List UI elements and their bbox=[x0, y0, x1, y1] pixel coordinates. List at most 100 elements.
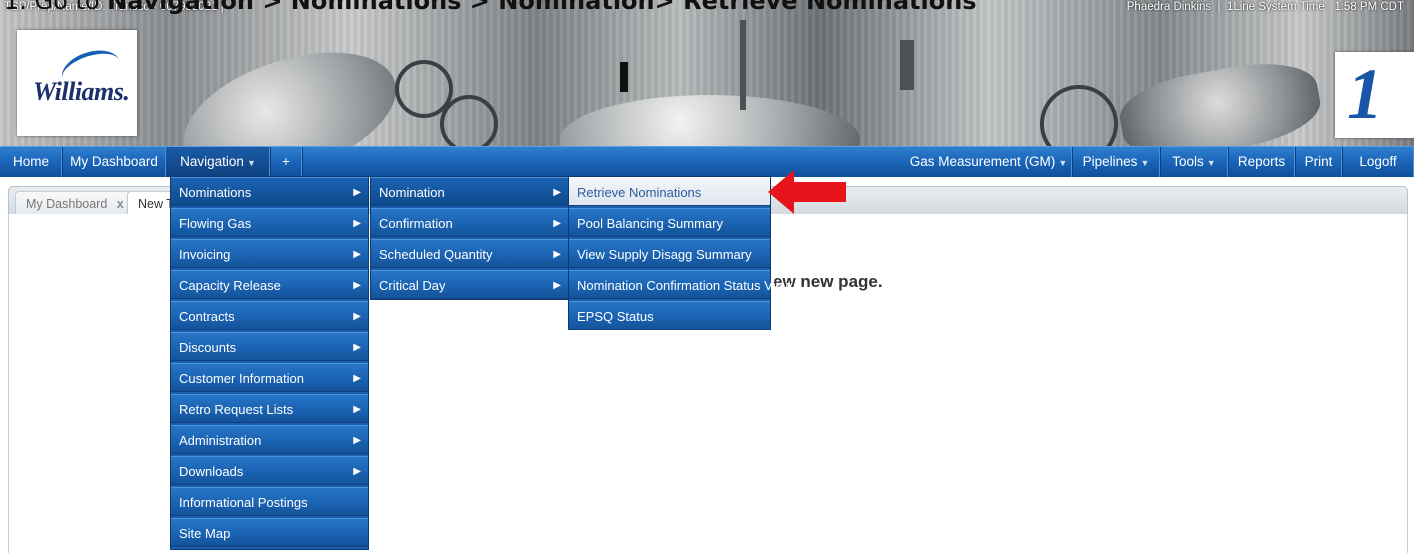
chevron-right-icon: ▶ bbox=[353, 466, 361, 477]
tab-my-dashboard-label: My Dashboard bbox=[26, 197, 108, 211]
nav-print-label: Print bbox=[1304, 154, 1333, 169]
navigation-dropdown-menu: Nominations ▶ Flowing Gas ▶ Invoicing ▶ Capaci… bbox=[170, 176, 369, 550]
nominations-menu-item[interactable]: Critical Day ▶ bbox=[371, 270, 568, 299]
nav-reports-label: Reports bbox=[1237, 154, 1286, 169]
nav-tools[interactable]: Tools ▼ bbox=[1160, 147, 1229, 177]
chevron-right-icon: ▶ bbox=[353, 404, 361, 415]
nav-menu-item[interactable]: Informational Postings bbox=[171, 487, 368, 516]
system-time-value: 1:58 PM CDT bbox=[1334, 1, 1404, 13]
1line-logo[interactable]: 1 1LINE bbox=[1335, 52, 1414, 138]
nominations-submenu: Nomination ▶ Confirmation ▶ Scheduled Quanti… bbox=[370, 176, 569, 300]
chevron-right-icon: ▶ bbox=[353, 435, 361, 446]
chevron-right-icon: ▶ bbox=[353, 342, 361, 353]
nav-menu-item-label: Invoicing bbox=[179, 247, 231, 262]
nav-gas-measurement-label: Gas Measurement (GM) bbox=[909, 154, 1056, 169]
close-icon[interactable]: x bbox=[117, 197, 124, 211]
chevron-right-icon: ▶ bbox=[553, 187, 561, 198]
chevron-right-icon: ▶ bbox=[553, 249, 561, 260]
nomination-menu-item[interactable]: View Supply Disagg Summary bbox=[569, 239, 770, 268]
nav-logoff[interactable]: Logoff bbox=[1342, 147, 1414, 177]
header-banner: TSP/Prep/Name/ID: Transco - 007933021 | … bbox=[0, 0, 1414, 146]
nav-home[interactable]: Home bbox=[0, 147, 63, 177]
chevron-right-icon: ▶ bbox=[353, 311, 361, 322]
nav-logoff-label: Logoff bbox=[1359, 154, 1397, 169]
instruction-path: Navigation > Nominations > Nomination> R… bbox=[107, 0, 977, 15]
banner-figure bbox=[900, 40, 914, 90]
chevron-down-icon: ▼ bbox=[1140, 158, 1150, 168]
nav-menu-item-label: Administration bbox=[179, 433, 262, 448]
nav-gas-measurement[interactable]: Gas Measurement (GM) ▼ bbox=[905, 147, 1073, 177]
chevron-right-icon: ▶ bbox=[353, 280, 361, 291]
nav-navigation-label: Navigation bbox=[180, 154, 244, 169]
nomination-menu-item[interactable]: EPSQ Status bbox=[569, 301, 770, 330]
nav-menu-item[interactable]: Downloads ▶ bbox=[171, 456, 368, 485]
nav-menu-item-label: Contracts bbox=[179, 309, 235, 324]
nomination-menu-item-label: Pool Balancing Summary bbox=[577, 216, 723, 231]
chevron-right-icon: ▶ bbox=[353, 249, 361, 260]
nav-add-tab-button[interactable]: + bbox=[270, 147, 303, 177]
system-time-label: 1Line System Time bbox=[1226, 1, 1325, 13]
nav-menu-item[interactable]: Flowing Gas ▶ bbox=[171, 208, 368, 237]
nomination-menu-item-label: Nomination Confirmation Status View bbox=[577, 278, 793, 293]
chevron-right-icon: ▶ bbox=[353, 187, 361, 198]
nav-my-dashboard[interactable]: My Dashboard bbox=[62, 147, 167, 177]
nav-menu-item-label: Flowing Gas bbox=[179, 216, 252, 231]
nav-navigation[interactable]: Navigation ▼ bbox=[166, 147, 271, 177]
chevron-right-icon: ▶ bbox=[553, 280, 561, 291]
nominations-menu-item[interactable]: Confirmation ▶ bbox=[371, 208, 568, 237]
chevron-right-icon: ▶ bbox=[353, 218, 361, 229]
nav-menu-item-label: Discounts bbox=[179, 340, 237, 355]
nominations-menu-item-label: Nomination bbox=[379, 185, 445, 200]
banner-figure bbox=[740, 20, 746, 110]
nomination-menu-item-label: EPSQ Status bbox=[577, 309, 654, 324]
nav-menu-item[interactable]: Contracts ▶ bbox=[171, 301, 368, 330]
separator: | bbox=[1217, 1, 1221, 13]
red-arrow-icon bbox=[768, 170, 846, 214]
nominations-menu-item-label: Critical Day bbox=[379, 278, 446, 293]
tab-new-label: New T bbox=[138, 197, 174, 211]
nav-tools-label: Tools bbox=[1172, 154, 1204, 169]
nomination-menu-item[interactable]: Retrieve Nominations bbox=[569, 177, 770, 206]
williams-logo[interactable]: Williams. bbox=[17, 30, 137, 136]
nav-menu-item[interactable]: Retro Request Lists ▶ bbox=[171, 394, 368, 423]
instruction-step: 1. Go to bbox=[4, 0, 100, 15]
main-navbar: Home My Dashboard Navigation ▼ + Gas Meas… bbox=[0, 146, 1414, 177]
nav-menu-item[interactable]: Discounts ▶ bbox=[171, 332, 368, 361]
nav-menu-item-label: Site Map bbox=[179, 526, 231, 541]
nav-menu-item-label: Informational Postings bbox=[179, 495, 308, 510]
nav-menu-item-label: Nominations bbox=[179, 185, 252, 200]
header-status: Phaedra Dinkins | 1Line System Time 1:58… bbox=[1127, 1, 1404, 13]
nav-menu-item[interactable]: Administration ▶ bbox=[171, 425, 368, 454]
williams-logo-text: Williams. bbox=[33, 77, 130, 106]
banner-figure bbox=[620, 62, 628, 92]
chevron-right-icon: ▶ bbox=[553, 218, 561, 229]
nav-menu-item-label: Downloads bbox=[179, 464, 244, 479]
nav-menu-item[interactable]: Nominations ▶ bbox=[171, 177, 368, 206]
nav-menu-item[interactable]: Customer Information ▶ bbox=[171, 363, 368, 392]
nav-menu-item[interactable]: Invoicing ▶ bbox=[171, 239, 368, 268]
nav-menu-item-label: Capacity Release bbox=[179, 278, 281, 293]
nav-menu-item-label: Retro Request Lists bbox=[179, 402, 294, 417]
nav-print[interactable]: Print bbox=[1295, 147, 1343, 177]
nominations-menu-item[interactable]: Scheduled Quantity ▶ bbox=[371, 239, 568, 268]
nomination-submenu: Retrieve Nominations Pool Balancing Summa… bbox=[568, 176, 792, 330]
nav-my-dashboard-label: My Dashboard bbox=[70, 154, 158, 169]
nav-home-label: Home bbox=[12, 154, 49, 169]
nominations-menu-item-label: Scheduled Quantity bbox=[379, 247, 493, 262]
chevron-right-icon: ▶ bbox=[353, 373, 361, 384]
1line-logo-text: 1LINE bbox=[1383, 64, 1411, 108]
nomination-menu-item[interactable]: Pool Balancing Summary bbox=[569, 208, 770, 237]
nav-menu-item[interactable]: Capacity Release ▶ bbox=[171, 270, 368, 299]
nominations-menu-item[interactable]: Nomination ▶ bbox=[371, 177, 568, 206]
nomination-menu-item-label: Retrieve Nominations bbox=[577, 185, 702, 200]
nomination-menu-item[interactable]: Nomination Confirmation Status View bbox=[569, 270, 792, 299]
tab-my-dashboard[interactable]: My Dashboard x bbox=[15, 191, 141, 216]
nominations-menu-item-label: Confirmation bbox=[379, 216, 453, 231]
instruction-heading: 1. Go to Navigation > Nominations > Nomi… bbox=[4, 0, 977, 15]
1line-logo-mark: 1 bbox=[1347, 54, 1383, 134]
nav-pipelines[interactable]: Pipelines ▼ bbox=[1072, 147, 1161, 177]
nav-menu-item[interactable]: Site Map bbox=[171, 518, 368, 547]
nav-reports[interactable]: Reports bbox=[1228, 147, 1296, 177]
user-name[interactable]: Phaedra Dinkins bbox=[1127, 1, 1211, 13]
chevron-down-icon: ▼ bbox=[1206, 158, 1216, 168]
